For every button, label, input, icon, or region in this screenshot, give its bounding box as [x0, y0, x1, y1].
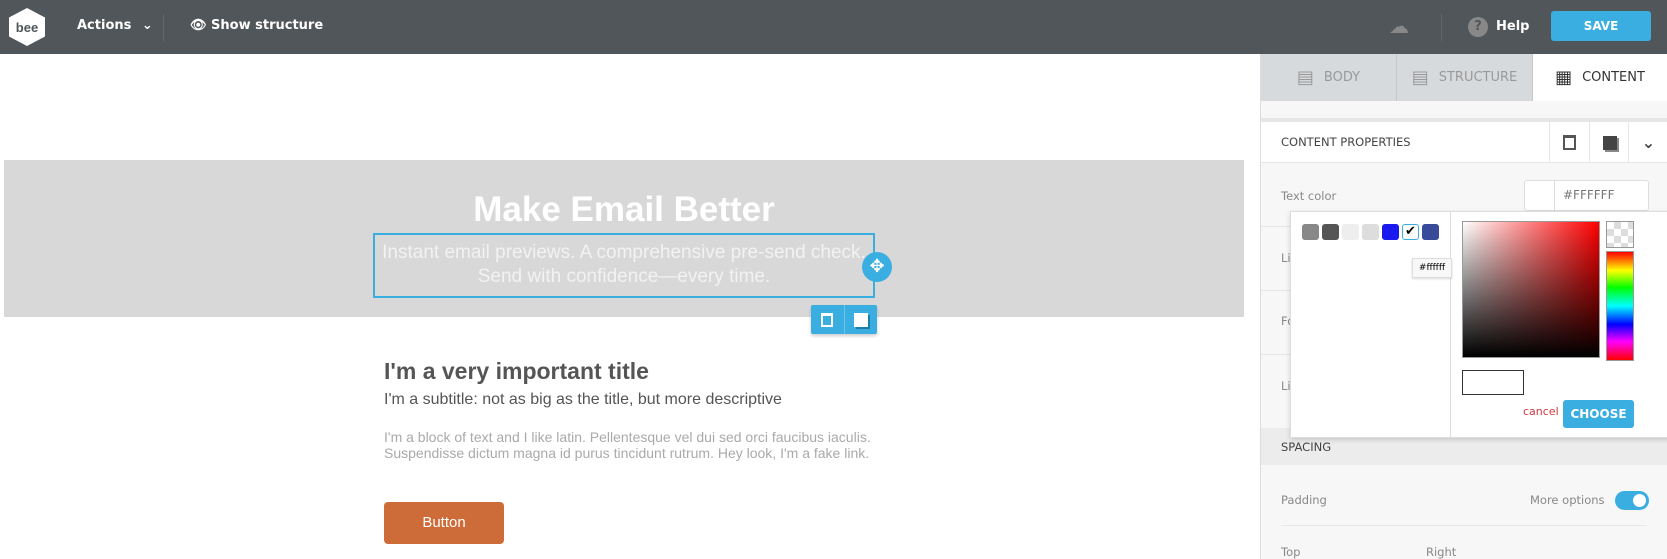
- collapse-button[interactable]: ⌄: [1628, 122, 1667, 163]
- text-color-label: Text color: [1281, 189, 1337, 203]
- hex-input[interactable]: [1462, 370, 1524, 395]
- content-paragraph[interactable]: I'm a block of text and I like latin. Pe…: [384, 429, 884, 461]
- choose-button[interactable]: CHOOSE: [1563, 400, 1634, 428]
- palette-swatch[interactable]: [1362, 224, 1379, 240]
- divider: [1441, 14, 1442, 41]
- delete-block-button[interactable]: [811, 305, 844, 334]
- trash-icon: [821, 312, 834, 327]
- palette-swatch[interactable]: [1422, 224, 1439, 240]
- palette-swatch[interactable]: [1382, 224, 1399, 240]
- show-structure-button[interactable]: 👁 Show structure: [190, 18, 323, 33]
- more-options-label: More options: [1530, 493, 1605, 507]
- help-icon[interactable]: ?: [1468, 17, 1488, 37]
- padding-label: Padding: [1281, 493, 1327, 507]
- hue-slider[interactable]: [1606, 251, 1634, 361]
- hero-subtitle[interactable]: Instant email previews. A comprehensive …: [373, 241, 875, 289]
- right-label: Right: [1426, 545, 1457, 559]
- color-swatch[interactable]: [1525, 181, 1555, 210]
- checkmark-icon: ✔: [1405, 224, 1416, 239]
- duplicate-icon: [853, 312, 868, 327]
- eye-icon: 👁: [190, 18, 207, 33]
- block-toolbar: [811, 305, 877, 334]
- save-button[interactable]: SAVE: [1551, 11, 1651, 41]
- content-subtitle[interactable]: I'm a subtitle: not as big as the title,…: [384, 391, 782, 409]
- swatch-tooltip: #ffffff: [1412, 258, 1452, 278]
- divider: [1450, 212, 1451, 438]
- chevron-down-icon: ⌄: [1641, 133, 1656, 152]
- help-link[interactable]: Help: [1496, 19, 1529, 34]
- delete-content-button[interactable]: [1549, 122, 1589, 163]
- palette-swatch[interactable]: [1342, 224, 1359, 240]
- tab-body[interactable]: ▤ BODY: [1261, 54, 1397, 101]
- palette-swatch[interactable]: [1302, 224, 1319, 240]
- duplicate-icon: [1602, 135, 1617, 150]
- trash-icon: [1563, 135, 1576, 150]
- content-properties-label: CONTENT PROPERTIES: [1281, 135, 1411, 149]
- chevron-down-icon: ⌄: [141, 18, 153, 33]
- divider: [163, 14, 164, 41]
- tab-structure[interactable]: ▤ STRUCTURE: [1397, 54, 1533, 101]
- cloud-upload-icon[interactable]: ☁: [1389, 14, 1409, 38]
- content-title[interactable]: I'm a very important title: [384, 358, 649, 385]
- email-button[interactable]: Button: [384, 502, 504, 544]
- top-label: Top: [1281, 545, 1301, 559]
- tab-content[interactable]: ▦ CONTENT: [1533, 54, 1667, 101]
- cancel-link[interactable]: cancel: [1523, 405, 1559, 418]
- palette-swatch-selected[interactable]: ✔: [1402, 224, 1419, 240]
- move-handle-icon[interactable]: ✥: [862, 252, 892, 282]
- hero-title[interactable]: Make Email Better: [4, 190, 1244, 230]
- divider: [1281, 525, 1647, 526]
- actions-menu[interactable]: Actions ⌄: [77, 18, 153, 33]
- transparent-swatch[interactable]: [1606, 221, 1634, 248]
- saturation-area[interactable]: [1462, 221, 1600, 358]
- structure-icon: ▤: [1411, 67, 1429, 88]
- duplicate-content-button[interactable]: [1589, 122, 1629, 163]
- body-icon: ▤: [1296, 67, 1314, 88]
- spacing-label: SPACING: [1281, 440, 1332, 454]
- text-color-field[interactable]: #FFFFFF: [1524, 180, 1649, 211]
- more-options-toggle[interactable]: [1615, 491, 1649, 510]
- grid-icon: ▦: [1555, 67, 1573, 88]
- palette-swatch[interactable]: [1322, 224, 1339, 240]
- duplicate-block-button[interactable]: [843, 305, 878, 334]
